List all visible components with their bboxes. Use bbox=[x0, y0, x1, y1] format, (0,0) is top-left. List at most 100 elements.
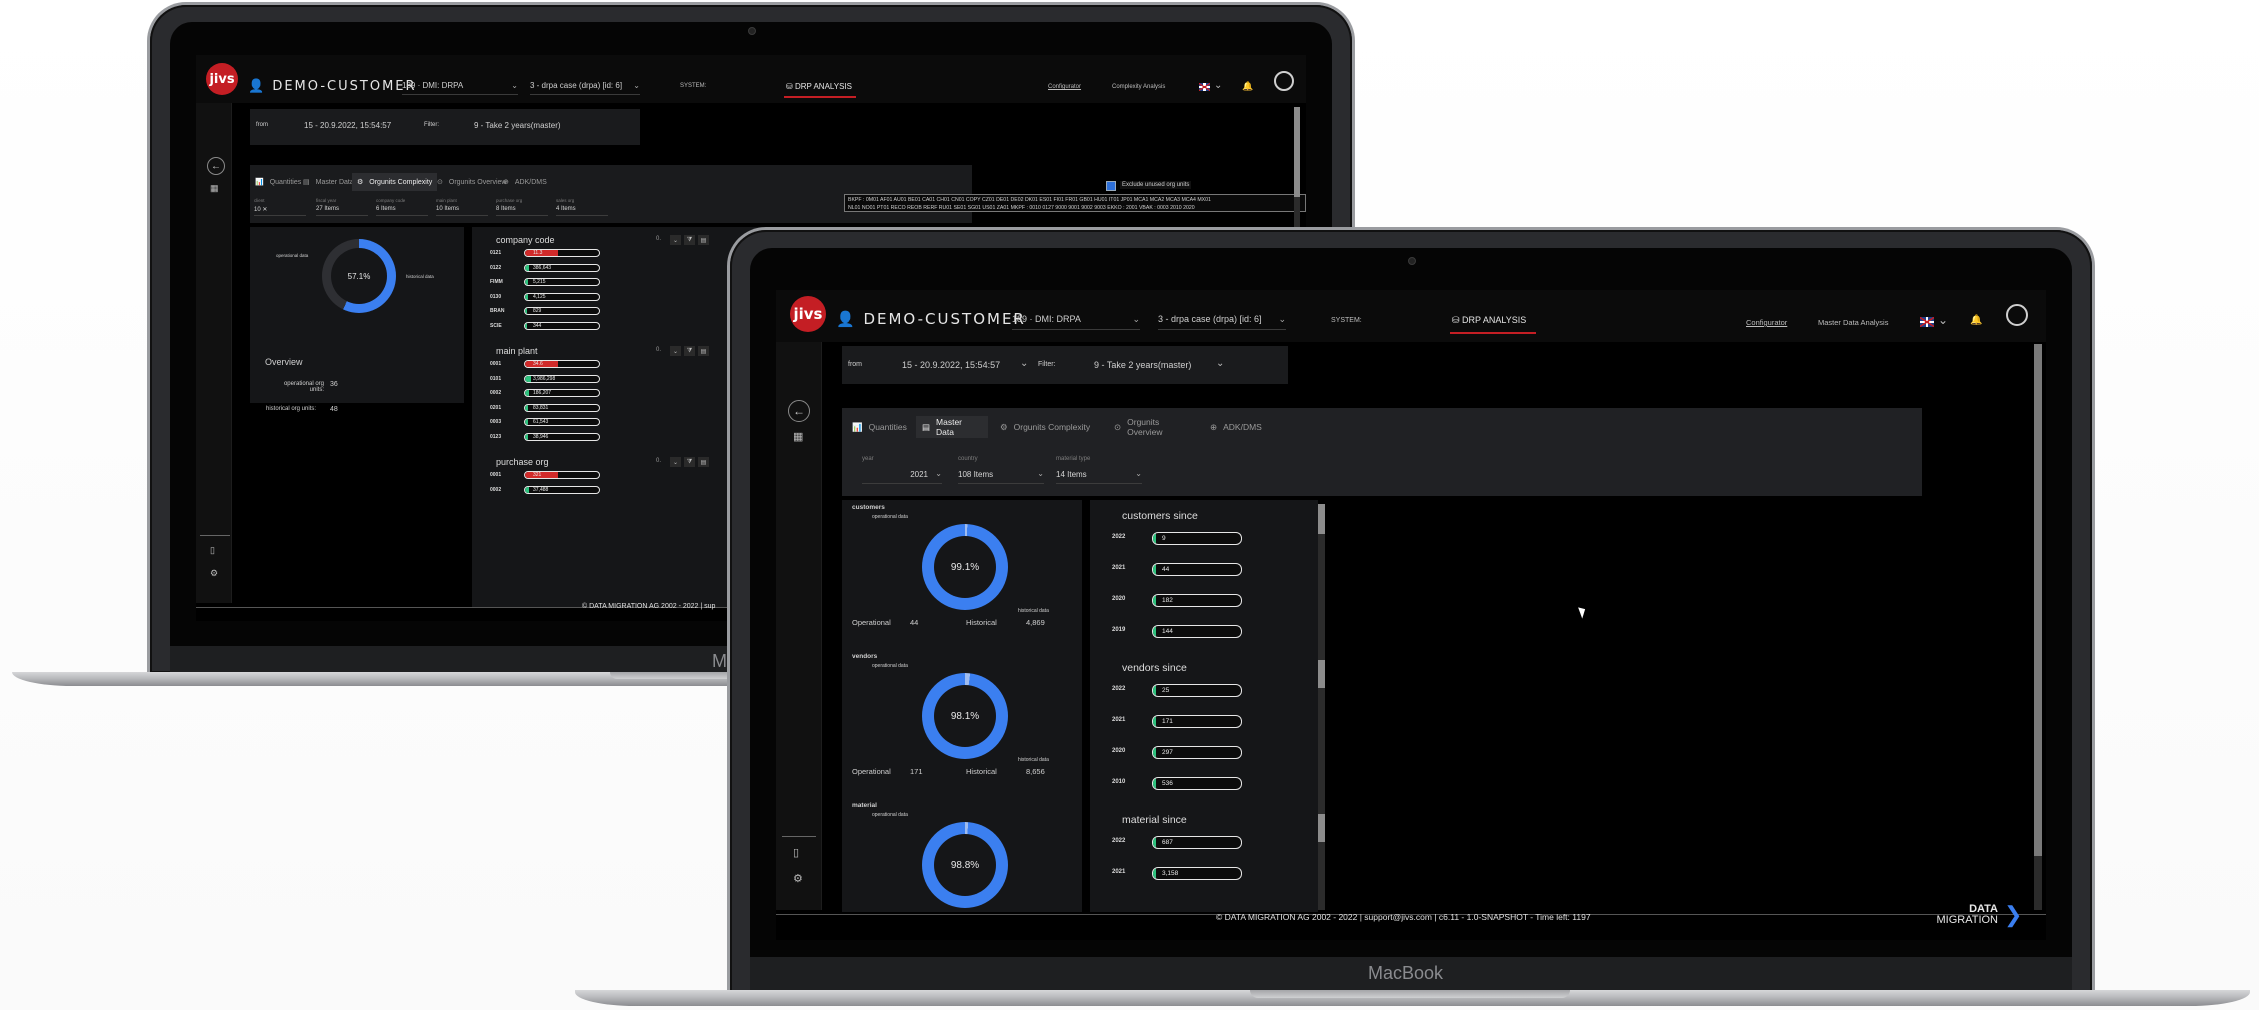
front-configurator-link[interactable]: Configurator bbox=[1746, 318, 1787, 327]
tooltip-line-1: BKPF : 0M01 AF01 AU01 BE01 CA01 CH01 CN0… bbox=[848, 197, 1211, 203]
back-filter-select[interactable]: 8 Items bbox=[496, 206, 548, 216]
chevron-down-icon[interactable]: ▤ bbox=[698, 457, 709, 467]
front-filter-value: 2021 bbox=[910, 470, 928, 479]
back-drp-analysis-link[interactable]: ⛁ DRP ANALYSIS bbox=[786, 82, 852, 91]
book-icon[interactable]: ▯ bbox=[210, 545, 215, 556]
chart-icon[interactable]: ⧩ bbox=[684, 457, 695, 467]
front-tab-2[interactable]: ⚙ Orgunits Complexity bbox=[994, 416, 1102, 438]
back-sidebar bbox=[196, 103, 232, 603]
front-main-scroll-thumb[interactable] bbox=[2034, 344, 2042, 856]
back-filter-value[interactable]: 9 - Take 2 years(master) bbox=[474, 121, 561, 130]
chevron-down-icon: ⌄ bbox=[1278, 314, 1286, 324]
database-icon[interactable]: ▦ bbox=[793, 430, 803, 443]
back-scroll-thumb[interactable] bbox=[1294, 107, 1300, 197]
front-drp-analysis-text: DRP ANALYSIS bbox=[1462, 315, 1527, 325]
back-filter-select[interactable]: 4 Items bbox=[556, 206, 608, 216]
front-inner-scroll-thumb-3[interactable] bbox=[1318, 814, 1325, 842]
since-row-fill bbox=[1153, 626, 1156, 637]
bar-row-box: 344 bbox=[524, 321, 600, 330]
back-system-select[interactable]: 189 · DMI: DRPA ⌄ bbox=[402, 81, 518, 95]
bar-row-fill bbox=[525, 264, 530, 271]
back-filter-select[interactable]: 10 Items bbox=[436, 206, 488, 216]
front-inner-scroll-thumb[interactable] bbox=[1318, 504, 1325, 534]
front-donut-percent: 99.1% bbox=[934, 536, 996, 598]
front-donut-hist-label: Historical bbox=[966, 767, 997, 776]
back-hist-org-units-label: historical org units: bbox=[266, 406, 317, 412]
back-date-range[interactable]: 15 - 20.9.2022, 15:54:57 bbox=[304, 121, 391, 130]
back-filter-label: company code bbox=[376, 198, 406, 203]
back-tab-4[interactable]: ⊕ ADK/DMS bbox=[498, 173, 552, 191]
back-donut-percent: 57.1% bbox=[331, 248, 387, 304]
book-icon[interactable]: ▯ bbox=[793, 846, 799, 859]
back-tab-1[interactable]: ▤ Master Data bbox=[298, 173, 359, 191]
front-inner-scrollbar[interactable] bbox=[1318, 504, 1325, 910]
front-donut-chart: 98.8% bbox=[922, 822, 1008, 908]
front-tab-0[interactable]: 📊 Quantities bbox=[846, 416, 908, 438]
chart-icon[interactable]: ⧩ bbox=[684, 235, 695, 245]
bar-row-fill bbox=[525, 472, 559, 478]
checkbox-checked-icon[interactable] bbox=[1106, 181, 1116, 191]
since-row-year: 2019 bbox=[1112, 627, 1126, 633]
front-donut-chart: 99.1% bbox=[922, 524, 1008, 610]
front-master-data-analysis-link[interactable]: Master Data Analysis bbox=[1818, 318, 1888, 327]
back-case-select[interactable]: 3 - drpa case (drpa) [id: 6] ⌄ bbox=[530, 81, 640, 95]
bar-row-box: 11.3 bbox=[524, 249, 600, 257]
bar-row-box: 34.6 bbox=[524, 360, 600, 368]
back-configurator-link[interactable]: Configurator bbox=[1048, 84, 1081, 90]
chevron-down-icon[interactable]: ⌄ bbox=[1214, 80, 1222, 91]
user-avatar-icon[interactable] bbox=[1274, 71, 1294, 91]
settings-icon[interactable]: ⚙ bbox=[793, 872, 803, 885]
front-inner-scroll-thumb-2[interactable] bbox=[1318, 660, 1325, 688]
back-filter-select[interactable]: 6 Items bbox=[376, 206, 428, 216]
filter-icon[interactable]: ⌄ bbox=[670, 457, 681, 467]
chevron-down-icon[interactable]: ⌄ bbox=[1216, 358, 1224, 369]
front-tab-4[interactable]: ⊕ ADK/DMS bbox=[1204, 416, 1274, 438]
back-jivs-logo[interactable]: jivs bbox=[206, 63, 238, 95]
tab-icon: ⊕ bbox=[1210, 421, 1218, 432]
front-filter-value[interactable]: 9 - Take 2 years(master) bbox=[1094, 360, 1191, 370]
front-jivs-logo[interactable]: jivs bbox=[790, 296, 826, 332]
back-filter-select[interactable]: 10 ✕ bbox=[254, 206, 306, 216]
front-date-range[interactable]: 15 - 20.9.2022, 15:54:57 bbox=[902, 360, 1000, 370]
uk-flag-icon[interactable] bbox=[1920, 317, 1934, 327]
bar-row-value: 829 bbox=[533, 308, 542, 314]
uk-flag-icon[interactable] bbox=[1199, 83, 1210, 91]
front-drp-analysis-link[interactable]: ⛁ DRP ANALYSIS bbox=[1452, 315, 1526, 326]
back-arrow-icon[interactable]: ← bbox=[788, 400, 810, 422]
database-icon[interactable]: ▦ bbox=[210, 183, 219, 194]
bell-icon[interactable]: 🔔 bbox=[1242, 81, 1253, 92]
front-main-scrollbar[interactable] bbox=[2034, 344, 2042, 910]
bell-icon[interactable]: 🔔 bbox=[1970, 315, 1982, 326]
front-filter-label: country bbox=[958, 456, 978, 462]
user-avatar-icon[interactable] bbox=[2006, 304, 2028, 326]
back-tab-2[interactable]: ⚙ Orgunits Complexity bbox=[352, 173, 438, 191]
chevron-down-icon[interactable]: ▤ bbox=[698, 235, 709, 245]
filter-icon[interactable]: ⌄ bbox=[670, 346, 681, 356]
front-system-select[interactable]: 189 · DMI: DRPA ⌄ bbox=[1012, 314, 1140, 330]
settings-icon[interactable]: ⚙ bbox=[210, 568, 218, 579]
front-tab-3[interactable]: ⊙ Orgunits Overview bbox=[1108, 416, 1198, 438]
back-exclude-unused[interactable]: Exclude unused org units bbox=[1120, 181, 1192, 189]
chart-icon[interactable]: ⧩ bbox=[684, 346, 695, 356]
front-filter-select[interactable]: 14 Items ⌄ bbox=[1056, 469, 1142, 484]
back-overview-title: Overview bbox=[265, 357, 303, 367]
front-filter-select[interactable]: 2021 ⌄ bbox=[862, 469, 942, 484]
back-filter-select[interactable]: 27 Items bbox=[316, 206, 368, 216]
since-row-year: 2021 bbox=[1112, 717, 1126, 723]
back-complexity-analysis-link[interactable]: Complexity Analysis bbox=[1112, 84, 1165, 90]
front-case-select[interactable]: 3 - drpa case (drpa) [id: 6] ⌄ bbox=[1158, 314, 1286, 330]
front-filter-label: material type bbox=[1056, 456, 1091, 462]
back-arrow-icon[interactable]: ← bbox=[207, 157, 225, 175]
filter-icon[interactable]: ⌄ bbox=[670, 235, 681, 245]
chevron-down-icon[interactable]: ⌄ bbox=[1938, 313, 1948, 327]
since-row-value: 171 bbox=[1162, 718, 1173, 725]
front-macbook-label: MacBook bbox=[1368, 963, 1444, 983]
front-filter-select[interactable]: 108 Items ⌄ bbox=[958, 469, 1044, 484]
since-row-year: 2021 bbox=[1112, 869, 1126, 875]
bar-row-label: 0001 bbox=[490, 361, 502, 367]
front-tab-1[interactable]: ▤ Master Data bbox=[916, 416, 988, 438]
since-row-value: 536 bbox=[1162, 780, 1173, 787]
data-migration-logo: DATA MIGRATION bbox=[1936, 904, 1998, 926]
chevron-down-icon[interactable]: ▤ bbox=[698, 346, 709, 356]
chevron-down-icon[interactable]: ⌄ bbox=[1020, 358, 1028, 369]
